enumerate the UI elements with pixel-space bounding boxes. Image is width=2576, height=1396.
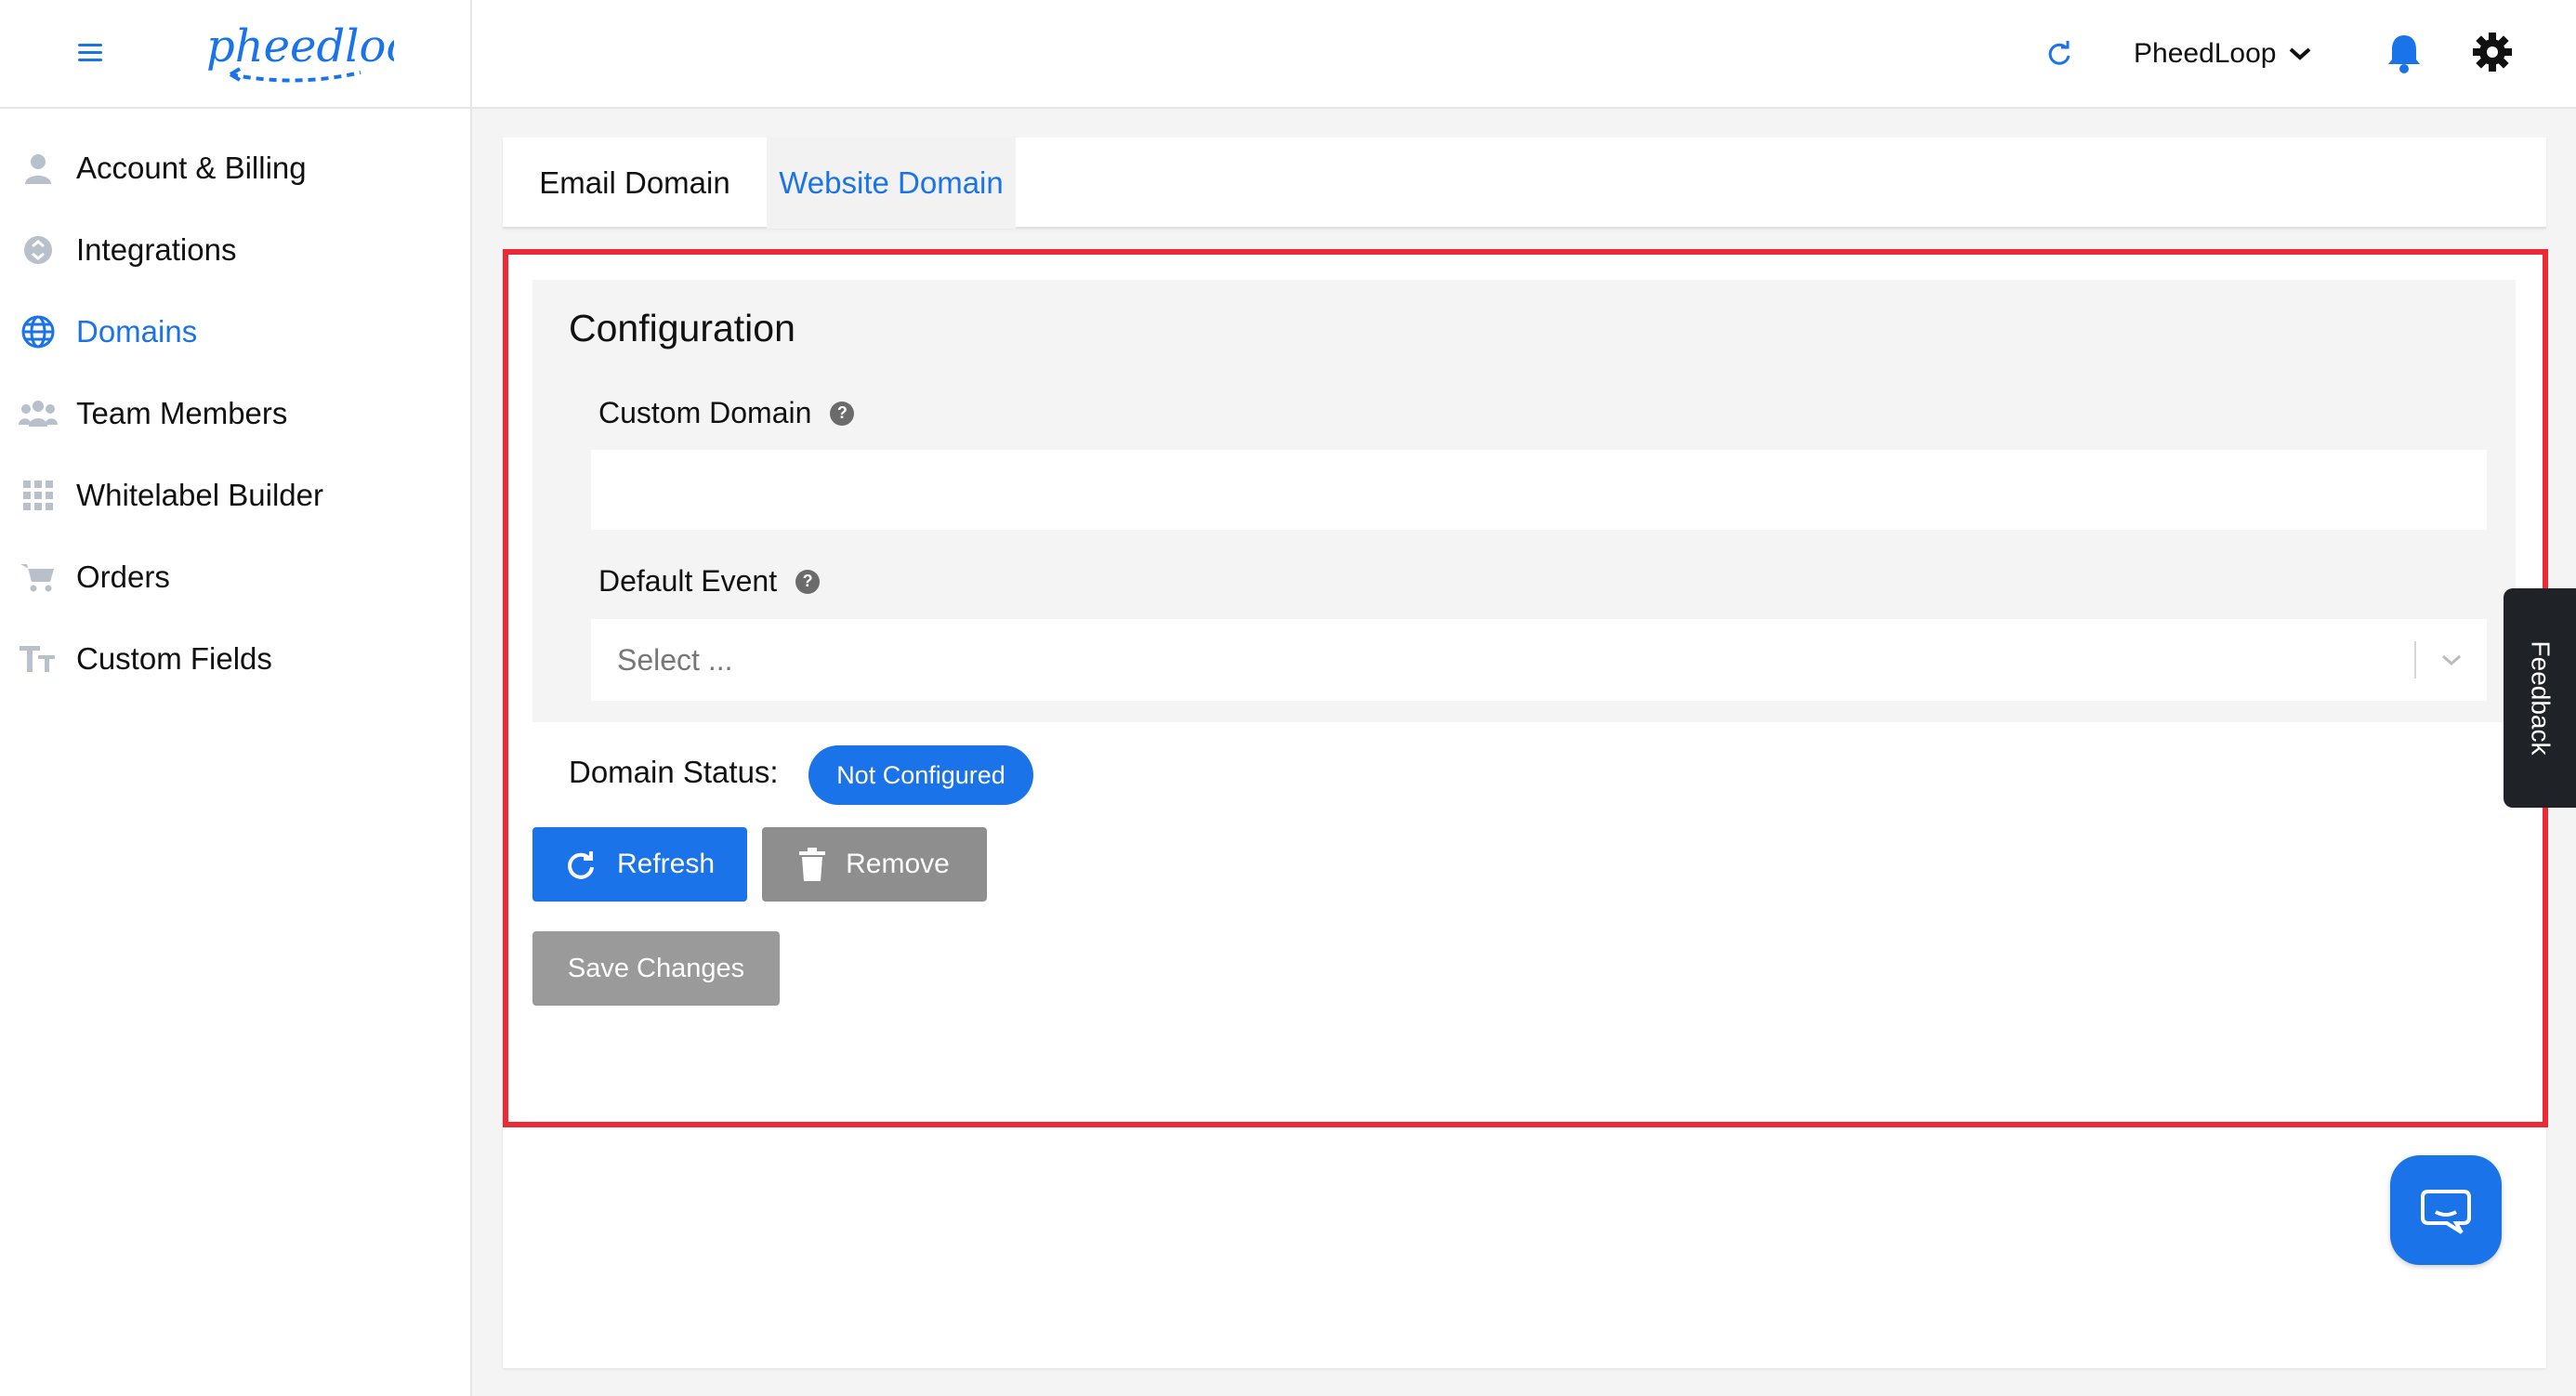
remove-button-label: Remove bbox=[846, 849, 950, 879]
sidebar-item-whitelabel-builder[interactable]: Whitelabel Builder bbox=[0, 462, 472, 529]
bell-icon[interactable] bbox=[2385, 32, 2424, 74]
sidebar-item-label: Custom Fields bbox=[76, 641, 272, 676]
feedback-tab[interactable]: Feedback bbox=[2504, 588, 2576, 808]
custom-domain-input[interactable] bbox=[591, 450, 2487, 530]
pheedloop-logo[interactable]: pheedloop bbox=[203, 19, 394, 89]
trash-icon bbox=[799, 848, 826, 881]
default-event-label-row: Default Event ? bbox=[598, 564, 821, 599]
sync-icon[interactable] bbox=[2044, 39, 2074, 69]
gear-icon[interactable] bbox=[2472, 32, 2513, 72]
sidebar-item-account-billing[interactable]: Account & Billing bbox=[0, 135, 472, 202]
domain-status-label: Domain Status: bbox=[569, 755, 779, 789]
tab-email-domain[interactable]: Email Domain bbox=[503, 138, 767, 229]
status-badge: Not Configured bbox=[808, 745, 1033, 805]
logo-text: pheedloop bbox=[206, 20, 394, 72]
sidebar-header: pheedloop bbox=[0, 0, 472, 109]
team-icon bbox=[19, 394, 58, 433]
refresh-button[interactable]: Refresh bbox=[532, 827, 747, 902]
chat-button[interactable] bbox=[2390, 1155, 2502, 1265]
feedback-label: Feedback bbox=[2526, 640, 2555, 756]
org-selector[interactable]: PheedLoop bbox=[2134, 33, 2312, 74]
custom-domain-label-row: Custom Domain ? bbox=[598, 396, 855, 430]
configuration-title: Configuration bbox=[569, 307, 795, 349]
chat-icon bbox=[2421, 1190, 2471, 1234]
sidebar-item-integrations[interactable]: Integrations bbox=[0, 217, 472, 283]
globe-icon bbox=[19, 312, 58, 351]
sidebar-item-label: Team Members bbox=[76, 396, 288, 430]
menu-icon[interactable] bbox=[78, 44, 102, 62]
sidebar-item-domains[interactable]: Domains bbox=[0, 298, 472, 365]
custom-domain-label: Custom Domain bbox=[598, 396, 812, 429]
help-icon[interactable]: ? bbox=[795, 569, 821, 594]
sidebar-item-label: Whitelabel Builder bbox=[76, 478, 323, 512]
refresh-icon bbox=[568, 851, 594, 879]
top-bar: pheedloop PheedLoop bbox=[0, 0, 2576, 109]
org-name: PheedLoop bbox=[2134, 38, 2277, 69]
text-icon bbox=[19, 639, 58, 678]
domain-tabs: Email Domain Website Domain bbox=[503, 138, 2546, 229]
sidebar: Account & Billing Integrations Domains T… bbox=[0, 109, 472, 1396]
sidebar-item-team-members[interactable]: Team Members bbox=[0, 380, 472, 447]
chevron-down-icon[interactable] bbox=[2416, 652, 2487, 667]
tab-website-domain[interactable]: Website Domain bbox=[767, 138, 1016, 229]
cart-icon bbox=[19, 558, 58, 597]
sidebar-item-label: Orders bbox=[76, 560, 170, 594]
sidebar-item-label: Integrations bbox=[76, 232, 237, 267]
default-event-label: Default Event bbox=[598, 564, 778, 598]
sidebar-item-label: Domains bbox=[76, 314, 198, 349]
chevron-down-icon bbox=[2289, 47, 2310, 60]
user-icon bbox=[19, 149, 58, 188]
save-changes-button[interactable]: Save Changes bbox=[532, 931, 780, 1006]
sidebar-item-label: Account & Billing bbox=[76, 151, 307, 185]
help-icon[interactable]: ? bbox=[830, 401, 855, 426]
refresh-button-label: Refresh bbox=[616, 849, 716, 879]
default-event-select[interactable]: Select ... bbox=[591, 619, 2487, 701]
sidebar-item-orders[interactable]: Orders bbox=[0, 544, 472, 611]
select-placeholder: Select ... bbox=[617, 642, 733, 677]
sidebar-item-custom-fields[interactable]: Custom Fields bbox=[0, 626, 472, 692]
remove-button[interactable]: Remove bbox=[762, 827, 987, 902]
integrations-icon bbox=[19, 230, 58, 270]
grid-icon bbox=[19, 476, 58, 515]
